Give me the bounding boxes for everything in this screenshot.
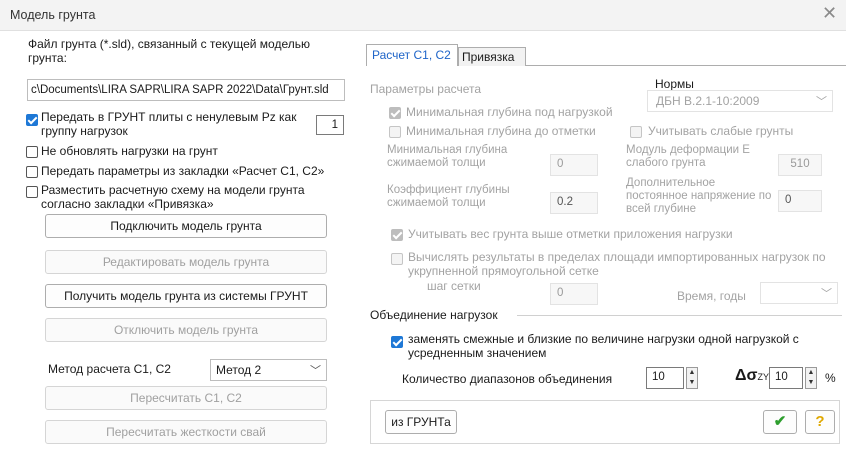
time-years-select[interactable]: ﹀ bbox=[760, 282, 838, 304]
replace-loads-label: заменять смежные и близкие по величине н… bbox=[408, 332, 799, 360]
chevron-down-icon: ﹀ bbox=[821, 288, 832, 300]
deform-modulus-field[interactable]: 510 bbox=[778, 154, 822, 176]
soil-file-label: Файл грунта (*.sld), связанный с текущей… bbox=[28, 37, 310, 65]
min-depth-mark-label: Минимальная глубина до отметки bbox=[406, 124, 596, 138]
ok-check-icon[interactable]: ✔ bbox=[763, 410, 797, 434]
delta-sigma-label: ΔσZY bbox=[735, 367, 769, 384]
min-depth-mark-checkbox[interactable] bbox=[389, 126, 401, 138]
spin-down-icon[interactable]: ▼ bbox=[806, 378, 816, 388]
close-icon[interactable]: ✕ bbox=[822, 3, 837, 24]
calc-params-label: Параметры расчета bbox=[370, 82, 482, 96]
merge-ranges-label: Количество диапазонов объединения bbox=[402, 372, 613, 386]
transfer-params-checkbox[interactable] bbox=[26, 166, 38, 178]
deform-modulus-label: Модуль деформации Е слабого грунта bbox=[626, 144, 750, 169]
title-bar bbox=[0, 0, 846, 31]
help-icon[interactable]: ? bbox=[805, 410, 835, 434]
delta-sigma-spinner[interactable]: ▲ ▼ bbox=[805, 367, 817, 389]
replace-loads-checkbox[interactable] bbox=[391, 336, 403, 348]
window-title: Модель грунта bbox=[10, 8, 96, 22]
edit-soil-model-button[interactable]: Редактировать модель грунта bbox=[45, 250, 327, 274]
spin-down-icon[interactable]: ▼ bbox=[687, 378, 697, 388]
grid-results-checkbox[interactable] bbox=[391, 253, 403, 265]
depth-coef-label: Коэффициент глубины сжимаемой толщи bbox=[387, 184, 510, 209]
merge-ranges-input[interactable]: 10 bbox=[646, 367, 684, 389]
grid-results-label: Вычислять результаты в пределах площади … bbox=[408, 250, 826, 278]
grid-step-label: шаг сетки bbox=[427, 279, 481, 293]
time-years-label: Время, годы bbox=[677, 289, 746, 303]
norms-label: Нормы bbox=[655, 77, 694, 91]
grid-step-field[interactable]: 0 bbox=[550, 283, 598, 305]
from-grunt-button[interactable]: из ГРУНТа bbox=[385, 410, 457, 434]
additional-stress-field[interactable]: 0 bbox=[778, 190, 822, 212]
disconnect-soil-model-button[interactable]: Отключить модель грунта bbox=[45, 318, 327, 342]
no-update-loads-label: Не обновлять нагрузки на грунт bbox=[41, 144, 218, 158]
norms-select[interactable]: ДБН В.2.1-10:2009 ﹀ bbox=[647, 90, 833, 112]
get-soil-model-button[interactable]: Получить модель грунта из системы ГРУНТ bbox=[45, 284, 327, 308]
no-update-loads-checkbox[interactable] bbox=[26, 146, 38, 158]
min-depth-load-label: Минимальная глубина под нагрузкой bbox=[406, 105, 613, 119]
chevron-down-icon: ﹀ bbox=[816, 96, 827, 108]
transfer-params-label: Передать параметры из закладки «Расчет С… bbox=[41, 164, 325, 178]
transfer-plates-checkbox[interactable] bbox=[26, 114, 38, 126]
min-depth-field[interactable]: 0 bbox=[550, 154, 598, 176]
tab-binding[interactable]: Привязка bbox=[458, 47, 526, 66]
delta-sigma-input[interactable]: 10 bbox=[769, 367, 803, 389]
tab-calc-c1c2[interactable]: Расчет С1, С2 bbox=[366, 44, 458, 66]
calc-method-select[interactable]: Метод 2 ﹀ bbox=[210, 359, 327, 381]
transfer-plates-label: Передать в ГРУНТ плиты с ненулевым Pz ка… bbox=[41, 110, 297, 138]
place-scheme-checkbox[interactable] bbox=[26, 186, 38, 198]
min-depth-load-checkbox[interactable] bbox=[389, 107, 401, 119]
spin-up-icon[interactable]: ▲ bbox=[806, 368, 816, 378]
percent-label: % bbox=[825, 371, 836, 385]
merge-loads-label: Объединение нагрузок bbox=[370, 308, 498, 322]
soil-file-path-field[interactable]: c\Documents\LIRA SAPR\LIRA SAPR 2022\Dat… bbox=[27, 79, 345, 101]
soil-weight-checkbox[interactable] bbox=[391, 229, 403, 241]
spin-up-icon[interactable]: ▲ bbox=[687, 368, 697, 378]
connect-soil-model-button[interactable]: Подключить модель грунта bbox=[45, 214, 327, 238]
merge-ranges-spinner[interactable]: ▲ ▼ bbox=[686, 367, 698, 389]
place-scheme-label: Разместить расчетную схему на модели гру… bbox=[41, 183, 305, 211]
tab-divider bbox=[526, 65, 846, 66]
load-group-input[interactable]: 1 bbox=[316, 115, 344, 135]
depth-coef-field[interactable]: 0.2 bbox=[550, 192, 598, 214]
chevron-down-icon: ﹀ bbox=[310, 365, 321, 377]
calc-method-label: Метод расчета С1, С2 bbox=[48, 362, 171, 376]
additional-stress-label: Дополнительное постоянное напряжение по … bbox=[626, 177, 772, 215]
recalc-pile-stiffness-button[interactable]: Пересчитать жесткости свай bbox=[45, 420, 327, 444]
min-depth-label: Минимальная глубина сжимаемой толщи bbox=[387, 144, 508, 169]
weak-soils-label: Учитывать слабые грунты bbox=[648, 124, 794, 138]
recalc-c1c2-button[interactable]: Пересчитать С1, С2 bbox=[45, 386, 327, 410]
weak-soils-checkbox[interactable] bbox=[630, 126, 642, 138]
merge-loads-divider bbox=[517, 315, 842, 316]
norms-value: ДБН В.2.1-10:2009 bbox=[656, 94, 760, 108]
calc-method-value: Метод 2 bbox=[216, 363, 262, 377]
soil-weight-label: Учитывать вес грунта выше отметки прилож… bbox=[408, 227, 733, 241]
